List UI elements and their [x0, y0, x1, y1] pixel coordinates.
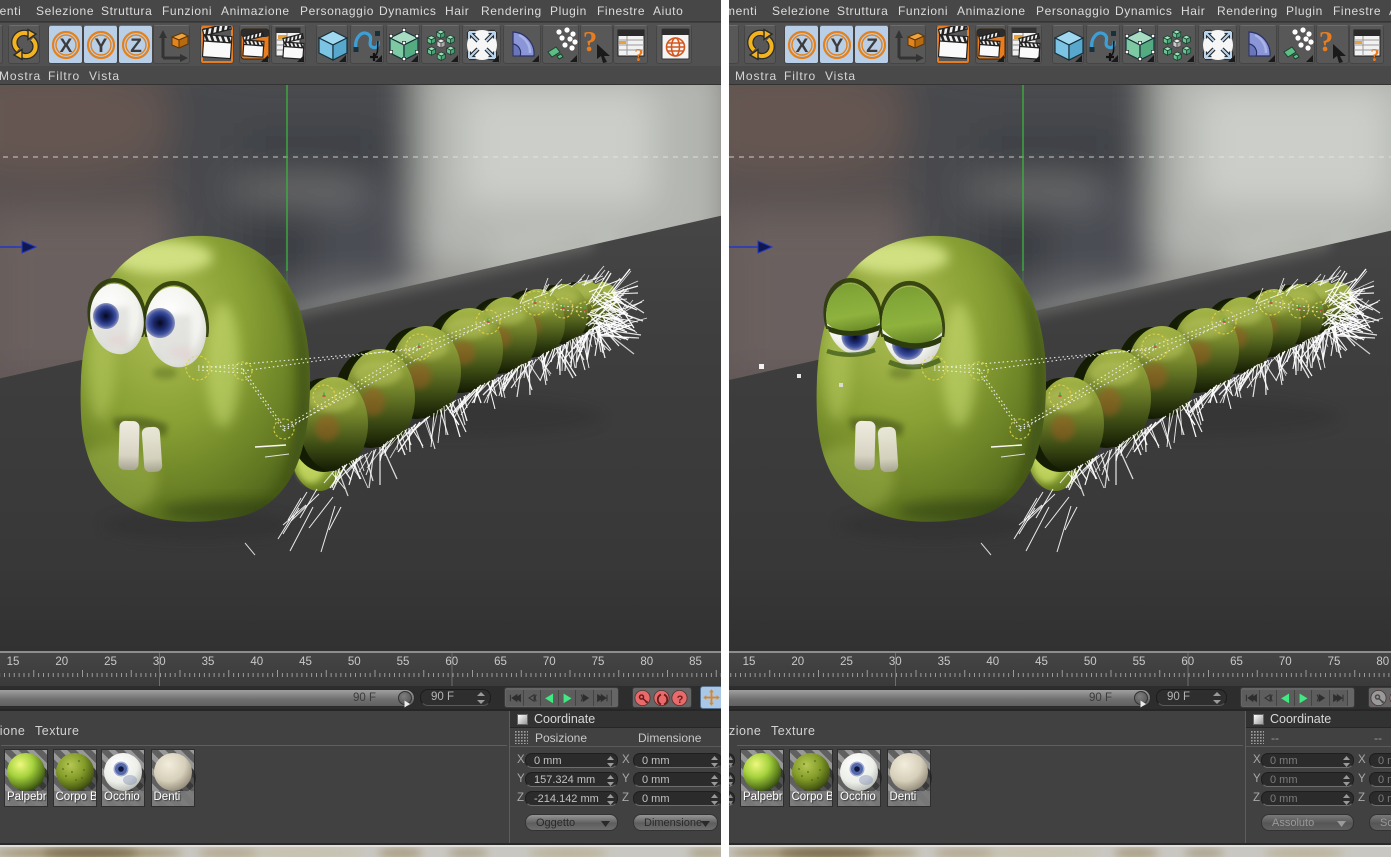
svg-text:?: ? [677, 694, 684, 706]
svg-text:?: ? [1319, 26, 1334, 58]
svg-text:?: ? [635, 45, 644, 64]
svg-text:?: ? [1371, 45, 1380, 64]
svg-text:Z: Z [866, 36, 878, 57]
svg-text:X: X [796, 36, 809, 57]
svg-text:Z: Z [130, 36, 142, 57]
svg-text:?: ? [583, 26, 598, 58]
svg-text:Y: Y [831, 36, 844, 57]
svg-text:X: X [60, 36, 73, 57]
svg-text:Y: Y [95, 36, 108, 57]
